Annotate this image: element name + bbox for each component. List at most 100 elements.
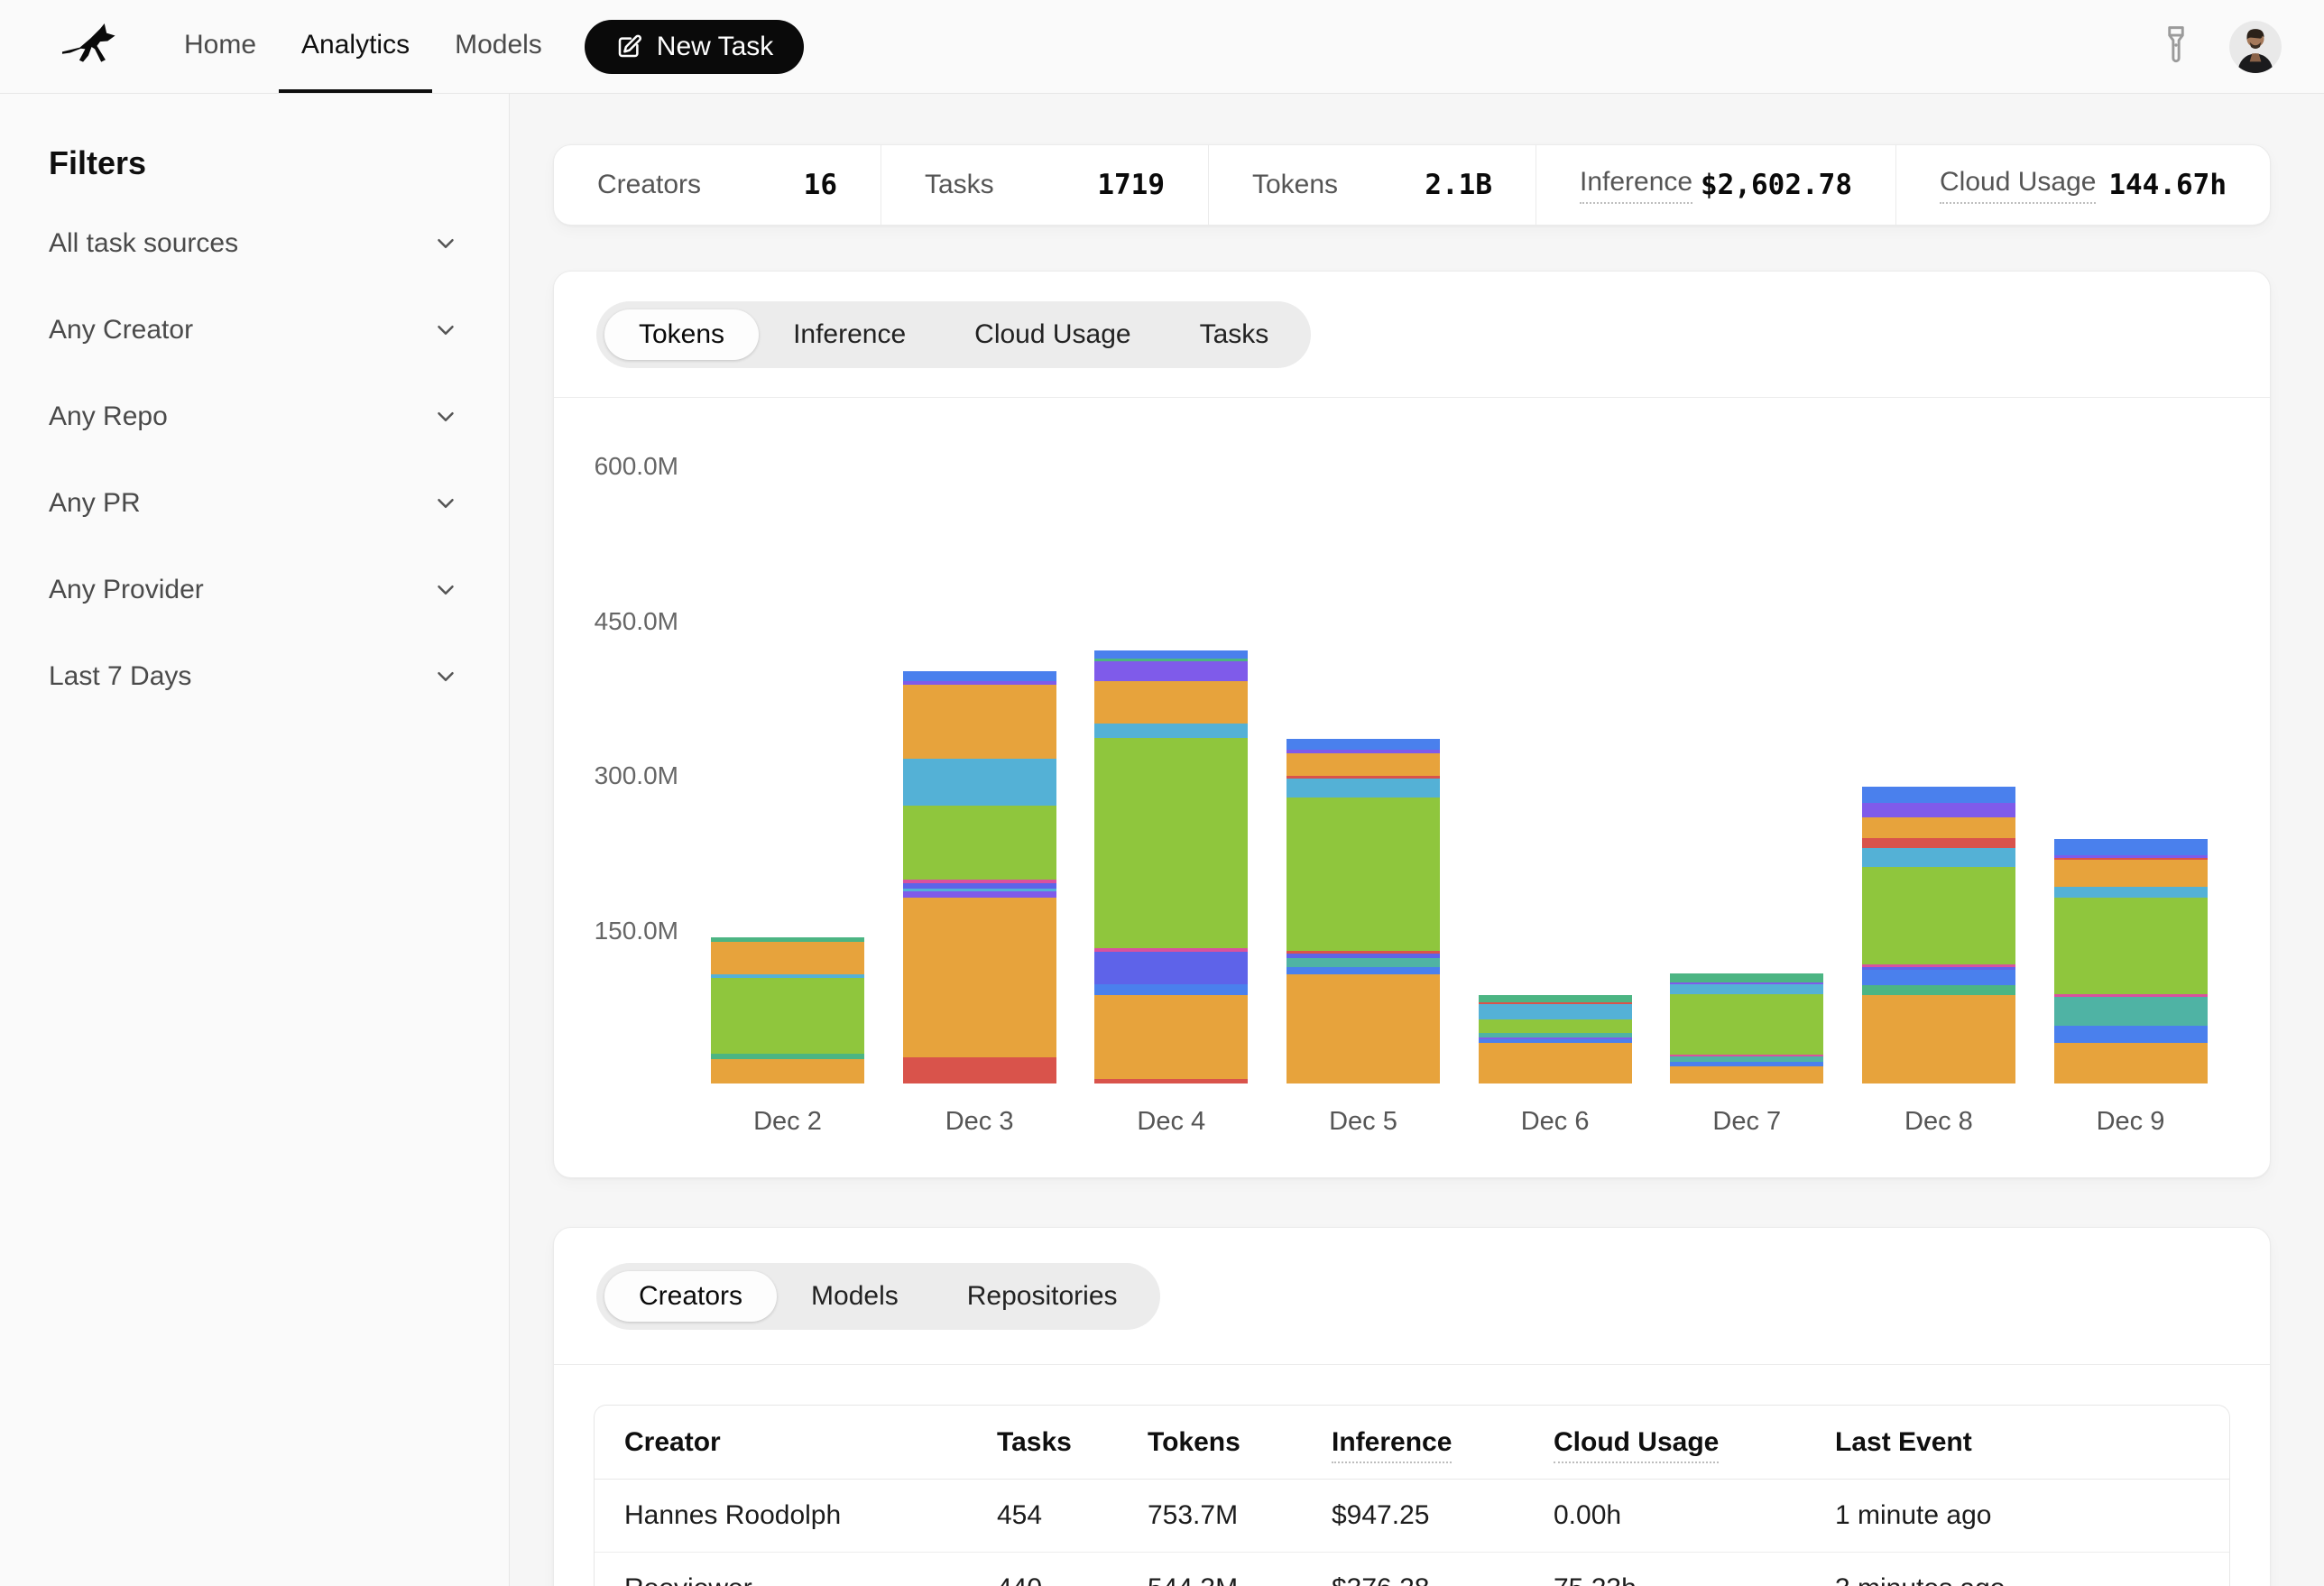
column-header-label: Last Event	[1835, 1427, 1972, 1457]
filters-sidebar: Filters All task sources Any Creator Any…	[0, 94, 510, 1586]
bar-segment-seagreen	[1862, 985, 2015, 994]
x-axis-label: Dec 6	[1479, 1107, 1632, 1137]
table-tabs-header: CreatorsModelsRepositories	[554, 1228, 2270, 1365]
bar-segment-sky	[1286, 779, 1440, 798]
bar-segment-blue	[903, 671, 1056, 681]
bar-segment-sky	[2054, 887, 2208, 899]
chart-tab-group: TokensInferenceCloud UsageTasks	[596, 301, 1311, 368]
bar-segment-green	[1670, 994, 1823, 1056]
filter-dropdown-any-creator[interactable]: Any Creator	[49, 287, 459, 373]
bar-dec-3[interactable]	[903, 671, 1056, 1083]
flashlight-icon	[2161, 24, 2191, 66]
bar-segment-green	[1479, 1019, 1632, 1033]
table-row[interactable]: Hannes Roodolph454753.7M$947.250.00h1 mi…	[595, 1480, 2229, 1552]
filter-dropdown-all-task-sources[interactable]: All task sources	[49, 200, 459, 287]
bar-segment-red	[903, 1057, 1056, 1083]
bar-segment-indigo	[1094, 952, 1248, 985]
table-cell: 1 minute ago	[1835, 1500, 2200, 1531]
stat-cell-creators: Creators 16	[554, 145, 881, 225]
user-avatar[interactable]	[2229, 21, 2282, 73]
column-header-cloud-usage[interactable]: Cloud Usage	[1554, 1427, 1835, 1458]
filter-dropdown-any-repo[interactable]: Any Repo	[49, 373, 459, 460]
chart-tab-cloud-usage[interactable]: Cloud Usage	[940, 309, 1165, 360]
stat-cell-cloud-usage: Cloud Usage 144.67h	[1896, 145, 2270, 225]
chevron-down-icon	[432, 576, 459, 604]
bar-segment-green	[1862, 867, 2015, 964]
filter-dropdown-any-pr[interactable]: Any PR	[49, 460, 459, 547]
column-header-label: Tasks	[997, 1427, 1072, 1457]
column-header-last-event: Last Event	[1835, 1427, 2200, 1458]
table-header-row: CreatorTasksTokensInferenceCloud UsageLa…	[595, 1406, 2229, 1480]
bar-dec-4[interactable]	[1094, 650, 1248, 1083]
bar-dec-7[interactable]	[1670, 973, 1823, 1083]
column-header-label: Cloud Usage	[1554, 1427, 1719, 1463]
bar-segment-blue	[2054, 1026, 2208, 1043]
bar-dec-5[interactable]	[1286, 739, 1440, 1083]
table-cell: 753.7M	[1148, 1500, 1332, 1531]
table-row[interactable]: Rooviewer440544.3M$376.2875.23h3 minutes…	[595, 1552, 2229, 1586]
stats-bar: Creators 16 Tasks 1719 Tokens 2.1B Infer…	[553, 144, 2271, 226]
table-card: CreatorsModelsRepositories CreatorTasksT…	[553, 1227, 2271, 1586]
nav-item-analytics[interactable]: Analytics	[279, 0, 432, 93]
bar-segment-teal	[2054, 997, 2208, 1026]
chart-tab-tokens[interactable]: Tokens	[604, 309, 759, 360]
filter-label: Any PR	[49, 488, 141, 519]
nav-item-models[interactable]: Models	[432, 0, 565, 93]
nav-item-home[interactable]: Home	[161, 0, 279, 93]
chart-tab-tasks[interactable]: Tasks	[1166, 309, 1304, 360]
bar-dec-8[interactable]	[1862, 787, 2015, 1083]
table-cell: Rooviewer	[624, 1573, 997, 1586]
table-cell: 544.3M	[1148, 1573, 1332, 1586]
table-tab-repositories[interactable]: Repositories	[933, 1271, 1152, 1322]
bar-segment-orange	[1670, 1066, 1823, 1083]
table-cell: 0.00h	[1554, 1500, 1835, 1531]
stat-cell-tasks: Tasks 1719	[881, 145, 1209, 225]
table-tab-models[interactable]: Models	[777, 1271, 933, 1322]
bar-dec-2[interactable]	[711, 937, 864, 1083]
new-task-button[interactable]: New Task	[585, 20, 805, 74]
filter-list: All task sources Any Creator Any Repo An…	[49, 200, 459, 720]
stat-value: 1719	[1097, 169, 1165, 201]
bar-dec-6[interactable]	[1479, 995, 1632, 1083]
filter-dropdown-any-provider[interactable]: Any Provider	[49, 547, 459, 633]
table-cell: 454	[997, 1500, 1148, 1531]
bar-segment-sky	[903, 759, 1056, 807]
stat-label: Creators	[597, 170, 701, 200]
table-tab-creators[interactable]: Creators	[604, 1271, 777, 1322]
bar-segment-green	[711, 978, 864, 1054]
x-axis-label: Dec 4	[1094, 1107, 1248, 1137]
column-header-creator: Creator	[624, 1427, 997, 1458]
bar-segment-green	[1286, 798, 1440, 950]
bar-segment-blue	[1094, 984, 1248, 994]
x-axis-label: Dec 5	[1286, 1107, 1440, 1137]
bar-segment-red	[1862, 838, 2015, 848]
bar-segment-blue	[1286, 739, 1440, 749]
bar-dec-9[interactable]	[2054, 839, 2208, 1083]
topbar-spacer	[804, 0, 2161, 93]
tokens-stacked-bar-chart: 150.0M300.0M450.0M600.0MDec 2Dec 3Dec 4D…	[554, 398, 2270, 1177]
bar-segment-orange	[1862, 817, 2015, 838]
bar-segment-orange	[711, 942, 864, 973]
column-header-inference[interactable]: Inference	[1332, 1427, 1554, 1458]
filter-dropdown-last-7-days[interactable]: Last 7 Days	[49, 633, 459, 720]
bar-segment-orange	[1862, 995, 2015, 1083]
y-axis-tick: 450.0M	[554, 607, 678, 636]
stat-value: 16	[804, 169, 837, 201]
bar-segment-blue	[1862, 787, 2015, 803]
bar-segment-green	[903, 806, 1056, 879]
flashlight-button[interactable]	[2161, 24, 2191, 69]
bar-segment-blue	[1862, 970, 2015, 985]
topbar: HomeAnalyticsModels New Task	[0, 0, 2324, 94]
table-cell: 3 minutes ago	[1835, 1573, 2200, 1586]
bar-segment-blue	[1286, 967, 1440, 974]
brand-logo[interactable]	[60, 0, 129, 93]
x-axis-label: Dec 9	[2054, 1107, 2208, 1137]
chart-tab-inference[interactable]: Inference	[759, 309, 940, 360]
chevron-down-icon	[432, 230, 459, 257]
edit-icon	[615, 33, 642, 60]
bar-segment-orange	[1479, 1043, 1632, 1083]
chart-card: TokensInferenceCloud UsageTasks 150.0M30…	[553, 271, 2271, 1178]
x-axis-label: Dec 7	[1670, 1107, 1823, 1137]
bar-segment-sky	[1862, 848, 2015, 867]
bar-segment-green	[2054, 898, 2208, 993]
